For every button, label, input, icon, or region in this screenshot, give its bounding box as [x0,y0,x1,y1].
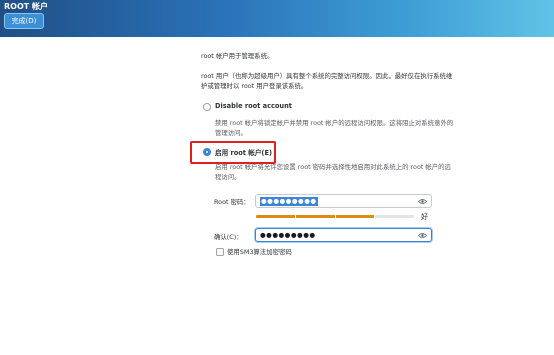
root-password-input[interactable]: ●●●●●●●●● [255,194,432,208]
confirm-password-label: 确认(C)： [214,233,243,241]
disable-root-label[interactable]: Disable root account [215,102,292,110]
highlight-box [190,141,276,164]
enable-root-desc-1: 启用 root 帐户将允许您设置 root 密码并选择性地启用对此系统上的 ro… [215,163,451,171]
password-strength-text: 好 [421,213,428,221]
disable-root-desc-1: 禁用 root 帐户将锁定帐户并禁用 root 帐户的远程访问权限。这将阻止对系… [215,119,454,127]
eye-icon[interactable] [418,198,427,205]
disable-root-radio[interactable] [203,103,211,111]
root-password-value: ●●●●●●●●● [260,197,318,206]
header-bar: ROOT 帐户 完成(D) [0,0,554,37]
intro-text-3: 护或管理时以 root 用户登录该系统。 [201,82,308,90]
sm3-checkbox-label[interactable]: 使用SM3算法加密密码 [227,247,292,256]
disable-root-desc-2: 管理访问。 [215,129,247,137]
confirm-password-input[interactable]: ●●●●●●●●● [255,228,432,242]
password-strength-fill [256,215,375,218]
intro-text-1: root 帐户用于管理系统。 [201,52,274,60]
sm3-checkbox[interactable] [216,248,224,256]
enable-root-desc-2: 程访问。 [215,173,241,181]
strength-divider [374,215,375,218]
strength-divider [295,215,296,218]
eye-icon[interactable] [418,232,427,239]
root-password-label: Root 密码： [214,198,250,206]
page-title: ROOT 帐户 [4,2,49,11]
intro-text-2: root 用户（也称为超级用户）具有整个系统的完整访问权限。因此，最好仅在执行系… [201,72,453,80]
strength-divider [335,215,336,218]
done-button[interactable]: 完成(D) [4,13,44,29]
password-strength-bar [256,215,414,218]
confirm-password-value: ●●●●●●●●● [260,231,316,239]
